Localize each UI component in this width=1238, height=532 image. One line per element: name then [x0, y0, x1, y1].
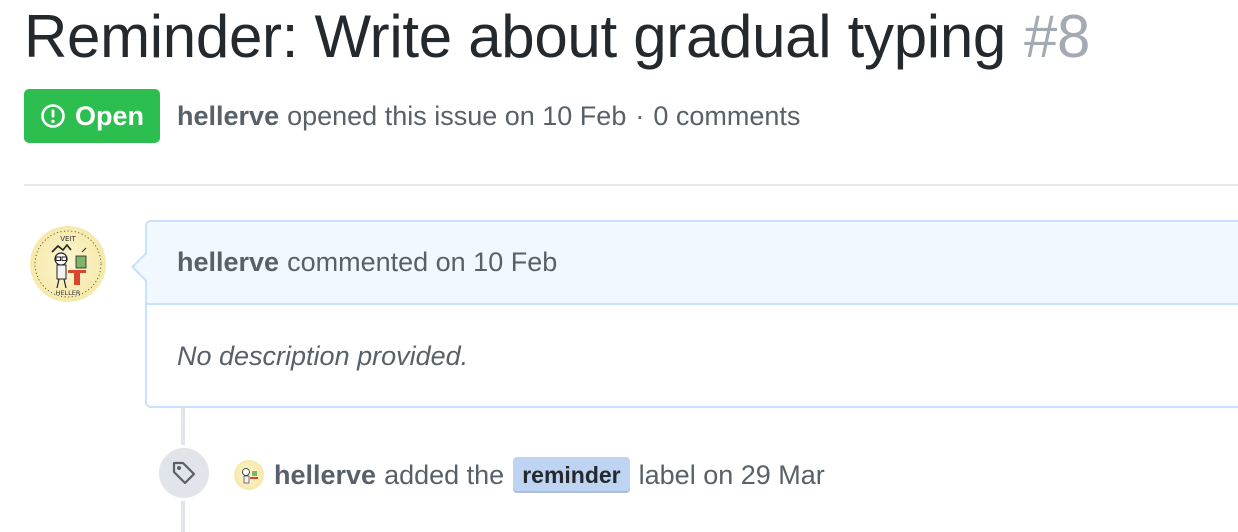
issue-author-link[interactable]: hellerve: [177, 101, 279, 132]
avatar-illustration: VEIT HELLER: [34, 230, 102, 298]
issue-meta: Open hellerve opened this issue on 10 Fe…: [24, 89, 800, 143]
issue-page: Reminder: Write about gradual typing #8 O…: [0, 0, 1238, 532]
event-action: added the: [384, 459, 505, 490]
comment-caret-inner: [134, 253, 148, 281]
avatar[interactable]: VEIT HELLER: [30, 226, 106, 302]
label-reminder[interactable]: reminder: [513, 457, 630, 493]
tag-icon: [172, 461, 196, 485]
issue-opened-icon: [41, 104, 65, 128]
comment-author-link[interactable]: hellerve: [177, 247, 279, 278]
meta-separator: ·: [635, 100, 645, 131]
issue-title: Reminder: Write about gradual typing #8: [24, 0, 1090, 74]
label-event: hellerve added the reminder label on 29 …: [234, 455, 825, 495]
status-badge-label: Open: [75, 100, 145, 131]
comment-timestamp[interactable]: commented on 10 Feb: [287, 247, 557, 278]
event-author-link[interactable]: hellerve: [274, 460, 376, 491]
comments-count: 0 comments: [653, 100, 801, 131]
event-avatar[interactable]: [234, 460, 264, 490]
avatar-top-text: VEIT: [60, 235, 76, 243]
status-badge: Open: [24, 89, 161, 143]
event-badge: [156, 445, 212, 501]
issue-title-text: Reminder: Write about gradual typing: [24, 3, 1006, 70]
issue-number: #8: [1023, 3, 1091, 70]
header-divider: [24, 184, 1238, 186]
comment-body-text: No description provided.: [177, 341, 469, 371]
event-avatar-illustration: [242, 468, 258, 484]
comment-box: hellerve commented on 10 Feb No descript…: [131, 220, 1238, 408]
issue-opened-text: opened this issue on 10 Feb: [287, 100, 627, 131]
comment-body: No description provided.: [147, 305, 1238, 408]
comment-header: hellerve commented on 10 Feb: [147, 222, 1238, 305]
avatar-bottom-text: HELLER: [56, 289, 81, 297]
event-suffix: label on 29 Mar: [638, 459, 825, 490]
